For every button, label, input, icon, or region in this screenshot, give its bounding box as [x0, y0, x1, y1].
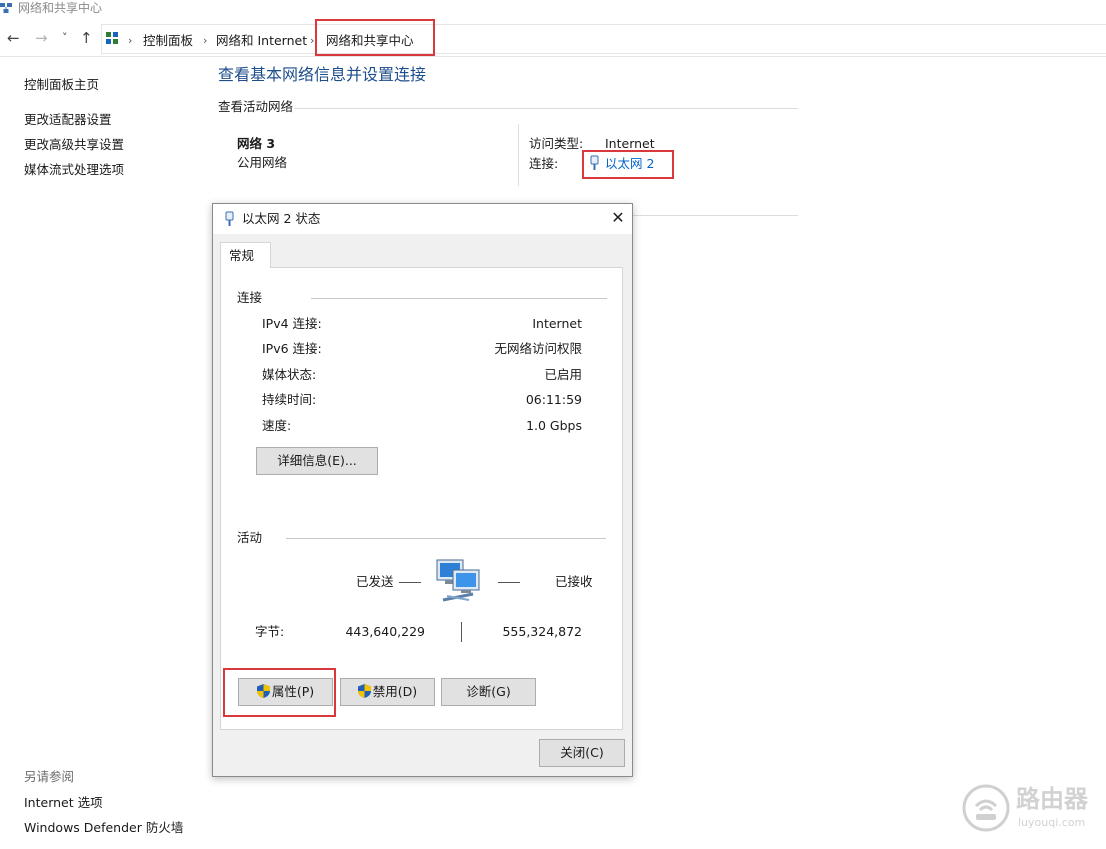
breadcrumb-control-panel[interactable]: 控制面板	[143, 33, 193, 49]
page-title: 查看基本网络信息并设置连接	[218, 65, 427, 84]
access-type-label: 访问类型:	[529, 136, 584, 151]
window-titlebar: 网络和共享中心	[0, 0, 1106, 18]
change-adapter-settings-link[interactable]: 更改适配器设置	[24, 112, 112, 128]
network-type: 公用网络	[237, 155, 288, 170]
details-button-label: 详细信息(E)...	[277, 453, 357, 468]
duration-label: 持续时间:	[262, 392, 317, 407]
duration-value: 06:11:59	[525, 392, 582, 407]
forward-button[interactable]: →	[35, 30, 48, 46]
network-info-divider	[518, 124, 519, 186]
ipv6-value: 无网络访问权限	[494, 341, 582, 356]
connection-label: 连接:	[529, 156, 559, 171]
router-logo-icon	[962, 784, 1010, 832]
group-divider	[311, 298, 607, 299]
watermark-url: luyouqi.com	[1018, 816, 1086, 829]
dialog-close-button[interactable]: 关闭(C)	[539, 739, 625, 767]
group-divider	[286, 538, 606, 539]
dialog-titlebar: 以太网 2 状态 ✕	[213, 204, 632, 234]
media-state-label: 媒体状态:	[262, 367, 317, 382]
media-streaming-options-link[interactable]: 媒体流式处理选项	[24, 162, 124, 178]
tab-panel-general: 连接 IPv4 连接: Internet IPv6 连接: 无网络访问权限 媒体…	[220, 267, 623, 730]
disable-button-label: 禁用(D)	[372, 684, 418, 699]
back-button[interactable]: ←	[7, 30, 20, 46]
windows-defender-firewall-link[interactable]: Windows Defender 防火墙	[24, 820, 183, 836]
section-divider	[633, 215, 798, 216]
network-computers-icon	[436, 559, 480, 602]
internet-options-link[interactable]: Internet 选项	[24, 795, 103, 811]
bytes-label: 字节:	[255, 624, 285, 639]
tab-general[interactable]: 常规	[220, 242, 271, 268]
details-button[interactable]: 详细信息(E)...	[256, 447, 378, 475]
active-networks-label: 查看活动网络	[218, 99, 294, 114]
section-divider	[294, 108, 798, 109]
recent-locations-button[interactable]: ˅	[62, 30, 68, 46]
media-state-value: 已启用	[544, 367, 582, 382]
activity-group-label: 活动	[237, 530, 263, 545]
diagnose-button[interactable]: 诊断(G)	[441, 678, 536, 706]
received-label: 已接收	[555, 574, 593, 589]
bytes-received-value: 555,324,872	[502, 624, 582, 639]
ipv4-label: IPv4 连接:	[262, 316, 322, 331]
breadcrumb-separator: ›	[128, 34, 133, 47]
ipv4-value: Internet	[532, 316, 582, 331]
control-panel-home-link[interactable]: 控制面板主页	[24, 77, 99, 93]
see-also-title: 另请参阅	[24, 769, 75, 784]
sent-line	[399, 582, 421, 583]
dialog-title: 以太网 2 状态	[242, 211, 321, 226]
highlight-box-breadcrumb	[315, 19, 435, 56]
highlight-box-connection	[582, 150, 674, 179]
close-icon[interactable]: ✕	[607, 207, 629, 229]
window-title: 网络和共享中心	[18, 1, 103, 15]
disable-button[interactable]: 禁用(D)	[340, 678, 435, 706]
bytes-sent-value: 443,640,229	[345, 624, 425, 639]
uac-shield-icon	[357, 684, 371, 698]
change-advanced-sharing-link[interactable]: 更改高级共享设置	[24, 137, 124, 153]
breadcrumb-network-internet[interactable]: 网络和 Internet	[216, 33, 307, 49]
ethernet-icon	[225, 211, 234, 226]
highlight-box-properties	[223, 668, 336, 717]
ipv6-label: IPv6 连接:	[262, 341, 322, 356]
received-line	[498, 582, 520, 583]
watermark: 路由器 luyouqi.com	[962, 782, 1092, 834]
diagnose-button-label: 诊断(G)	[466, 684, 511, 699]
sent-label: 已发送	[356, 574, 394, 589]
speed-value: 1.0 Gbps	[526, 418, 582, 433]
control-panel-icon	[106, 32, 118, 44]
address-box[interactable]: › 控制面板 › 网络和 Internet › 网络和共享中心	[101, 24, 1106, 54]
bytes-divider	[461, 622, 462, 642]
speed-label: 速度:	[262, 418, 292, 433]
up-button[interactable]: ↑	[80, 30, 93, 46]
network-center-icon	[0, 3, 12, 13]
breadcrumb-separator: ›	[310, 34, 315, 47]
connection-group-label: 连接	[237, 290, 263, 305]
dialog-close-button-label: 关闭(C)	[560, 745, 604, 760]
address-bar-row: ← → ˅ ↑ › 控制面板 › 网络和 Internet › 网络和共享中心	[0, 22, 1106, 57]
tab-general-label: 常规	[229, 248, 255, 263]
breadcrumb-separator: ›	[203, 34, 208, 47]
network-name: 网络 3	[237, 136, 276, 151]
watermark-text: 路由器	[1016, 785, 1088, 813]
